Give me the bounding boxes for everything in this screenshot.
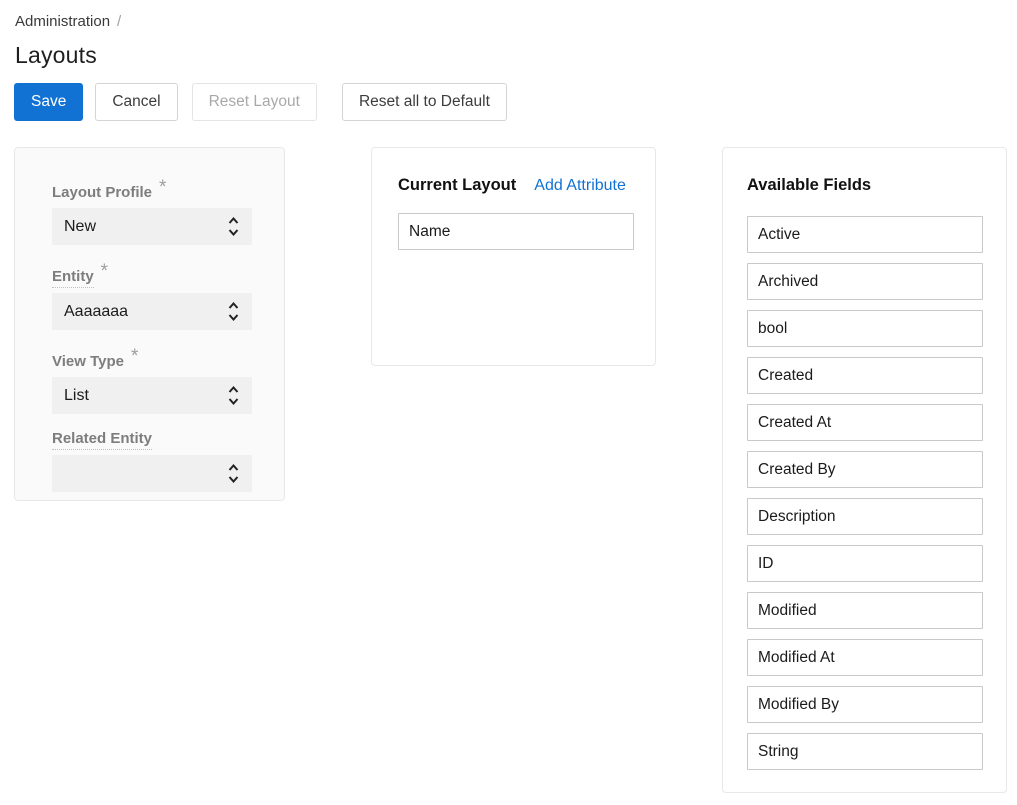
available-field-item[interactable]: Created At	[747, 404, 983, 441]
required-asterisk: *	[101, 261, 108, 282]
current-layout-title: Current Layout	[398, 176, 516, 195]
view-type-label: View Type	[52, 353, 124, 370]
available-field-item[interactable]: ID	[747, 545, 983, 582]
layout-settings-panel: Layout Profile * New Entity * Aaaaaaa View…	[14, 147, 285, 501]
layouts-admin-page: Administration / Layouts Save Cancel Rese…	[0, 0, 1017, 805]
related-entity-label-text: Related Entity	[52, 430, 152, 447]
view-type-label-text: View Type	[52, 353, 124, 370]
view-type-select-value: List	[64, 387, 89, 405]
available-field-item[interactable]: bool	[747, 310, 983, 347]
reset-all-to-default-button[interactable]: Reset all to Default	[342, 83, 507, 121]
entity-label: Entity	[52, 268, 94, 288]
toolbar: Save Cancel Reset Layout Reset all to De…	[14, 83, 507, 121]
available-field-item[interactable]: String	[747, 733, 983, 770]
available-field-item[interactable]: Modified By	[747, 686, 983, 723]
layout-item-name[interactable]: Name	[398, 213, 634, 250]
chevron-up-down-icon	[228, 464, 239, 483]
available-field-item[interactable]: Modified At	[747, 639, 983, 676]
layout-profile-label-text: Layout Profile	[52, 184, 152, 201]
view-type-select[interactable]: List	[52, 377, 252, 414]
breadcrumb-separator: /	[117, 13, 121, 30]
breadcrumb-administration[interactable]: Administration	[15, 13, 110, 30]
available-fields-list: Active Archived bool Created Created At …	[747, 216, 981, 770]
required-asterisk: *	[159, 177, 166, 198]
related-entity-select[interactable]	[52, 455, 252, 492]
layout-profile-select-value: New	[64, 218, 96, 236]
form-group-view-type: View Type * List	[52, 346, 250, 414]
chevron-up-down-icon	[228, 302, 239, 321]
available-field-item[interactable]: Description	[747, 498, 983, 535]
cancel-button[interactable]: Cancel	[95, 83, 177, 121]
entity-select[interactable]: Aaaaaaa	[52, 293, 252, 330]
available-field-item[interactable]: Modified	[747, 592, 983, 629]
available-field-item[interactable]: Created By	[747, 451, 983, 488]
current-layout-list: Name	[398, 213, 632, 250]
entity-select-value: Aaaaaaa	[64, 303, 128, 321]
available-field-item[interactable]: Created	[747, 357, 983, 394]
required-asterisk: *	[131, 346, 138, 367]
form-group-entity: Entity * Aaaaaaa	[52, 261, 250, 330]
form-group-layout-profile: Layout Profile * New	[52, 177, 250, 245]
form-group-related-entity: Related Entity	[52, 430, 250, 492]
chevron-up-down-icon	[228, 217, 239, 236]
layout-profile-select[interactable]: New	[52, 208, 252, 245]
current-layout-panel: Current Layout Add Attribute Name	[371, 147, 656, 366]
entity-label-text: Entity	[52, 268, 94, 285]
reset-layout-button[interactable]: Reset Layout	[192, 83, 317, 121]
available-field-item[interactable]: Archived	[747, 263, 983, 300]
page-title: Layouts	[15, 42, 97, 69]
chevron-up-down-icon	[228, 386, 239, 405]
current-layout-header: Current Layout Add Attribute	[398, 176, 632, 195]
related-entity-label: Related Entity	[52, 430, 152, 450]
layout-profile-label: Layout Profile	[52, 184, 152, 201]
breadcrumb: Administration /	[15, 13, 121, 30]
available-fields-title: Available Fields	[747, 176, 871, 195]
available-fields-panel: Available Fields Active Archived bool Cr…	[722, 147, 1007, 793]
add-attribute-link[interactable]: Add Attribute	[534, 177, 626, 195]
save-button[interactable]: Save	[14, 83, 83, 121]
available-field-item[interactable]: Active	[747, 216, 983, 253]
